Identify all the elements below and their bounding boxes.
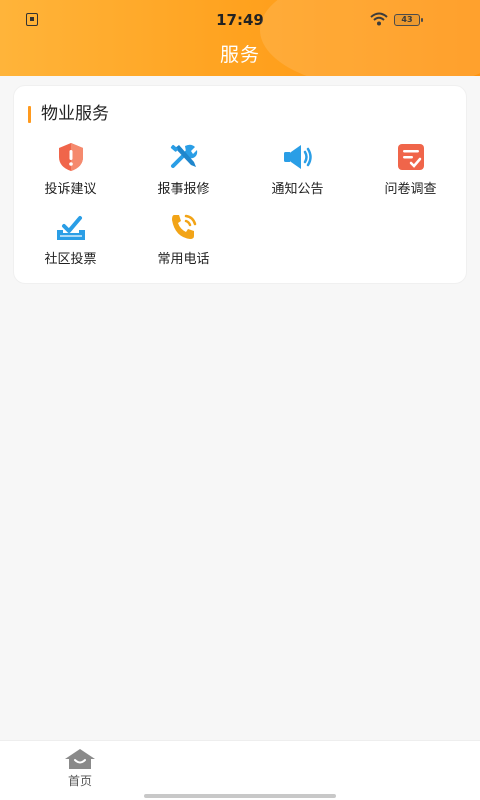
ballot-box-icon	[56, 216, 85, 240]
tab-home-label: 首页	[67, 774, 92, 788]
home-icon	[65, 749, 95, 769]
property-services-card: 物业服务 投诉建议 报事报修 通知公告 问卷调查 社区投票 常用电话	[13, 85, 467, 284]
tools-icon	[170, 144, 197, 168]
phone-icon	[171, 214, 196, 239]
wifi-icon	[370, 12, 388, 26]
service-label: 投诉建议	[44, 182, 97, 197]
speaker-icon	[283, 145, 312, 169]
status-time: 17:49	[216, 11, 264, 29]
service-label: 常用电话	[157, 252, 210, 267]
shield-alert-icon	[58, 143, 83, 171]
service-survey[interactable]: 问卷调查	[354, 140, 467, 200]
service-phone[interactable]: 常用电话	[127, 210, 240, 270]
tab-home[interactable]: 首页	[45, 747, 115, 789]
service-label: 社区投票	[44, 252, 97, 267]
status-bar: 17:49 43	[0, 0, 480, 40]
service-complaint[interactable]: 投诉建议	[14, 140, 127, 200]
service-repair[interactable]: 报事报修	[127, 140, 240, 200]
service-notice[interactable]: 通知公告	[241, 140, 354, 200]
section-title: 物业服务	[28, 103, 109, 125]
page-title: 服务	[219, 44, 260, 66]
header-bar: 17:49 43 服务	[0, 0, 480, 76]
service-label: 问卷调查	[384, 182, 437, 197]
survey-icon	[397, 144, 424, 170]
service-vote[interactable]: 社区投票	[14, 210, 127, 270]
battery-indicator: 43	[394, 14, 423, 26]
service-label: 报事报修	[157, 182, 210, 197]
home-indicator	[144, 794, 336, 798]
service-label: 通知公告	[271, 182, 324, 197]
bottom-tab-bar: 首页	[0, 740, 480, 800]
